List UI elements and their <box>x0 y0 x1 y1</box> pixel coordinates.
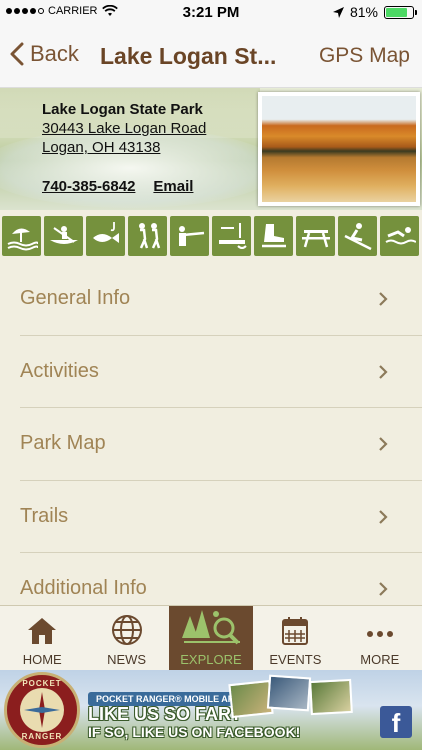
hiking-icon[interactable] <box>128 216 167 256</box>
calendar-icon <box>282 617 309 645</box>
swimming-icon[interactable] <box>380 216 419 256</box>
globe-icon <box>111 615 142 645</box>
tab-more[interactable]: MORE <box>338 606 422 670</box>
tab-home[interactable]: HOME <box>0 606 84 670</box>
tab-news[interactable]: NEWS <box>84 606 168 670</box>
battery-percent: 81% <box>349 4 378 20</box>
compass-icon <box>20 688 64 732</box>
pocket-ranger-logo: POCKET RANGER <box>4 672 80 748</box>
menu-item-activities[interactable]: Activities <box>20 336 422 408</box>
ad-headline: LIKE US SO FAR? <box>88 704 243 724</box>
park-photo[interactable] <box>258 92 420 206</box>
menu-item-label: Park Map <box>20 432 106 454</box>
facebook-ad-banner[interactable]: POCKET RANGER POCKET RANGER® MOBILE APP … <box>0 670 422 750</box>
logo-text-bottom: RANGER <box>21 732 63 741</box>
menu-item-label: Activities <box>20 359 99 382</box>
canoe-icon[interactable] <box>44 216 83 256</box>
ice-skating-icon[interactable] <box>254 216 293 256</box>
beach-icon[interactable] <box>2 216 41 256</box>
tab-explore[interactable]: EXPLORE <box>168 606 254 670</box>
status-right: 81% <box>332 4 417 20</box>
location-icon <box>332 6 344 18</box>
fishing-icon[interactable] <box>86 216 125 256</box>
park-name: Lake Logan State Park <box>42 101 203 118</box>
tab-label: HOME <box>22 652 62 667</box>
home-icon <box>28 618 57 644</box>
address-line1[interactable]: 30443 Lake Logan Road <box>42 119 206 138</box>
ice-fishing-icon[interactable] <box>212 216 251 256</box>
nav-bar: Back Lake Logan St... GPS Map <box>0 24 422 88</box>
menu-item-label: Additional Info <box>20 577 147 599</box>
ad-photos <box>228 674 360 719</box>
menu-item-trails[interactable]: Trails <box>20 481 422 553</box>
contact-links: 740-385-6842 Email <box>42 178 193 195</box>
menu-item-park-map[interactable]: Park Map <box>20 408 422 481</box>
menu-item-label: Trails <box>20 504 69 527</box>
ad-subline: IF SO, LIKE US ON FACEBOOK! <box>88 724 301 740</box>
back-label: Back <box>30 41 79 66</box>
email-link[interactable]: Email <box>153 178 193 195</box>
tab-label: MORE <box>360 652 400 667</box>
tab-label: EXPLORE <box>180 652 242 667</box>
status-bar: CARRIER 3:21 PM 81% <box>0 0 422 24</box>
chevron-right-icon <box>379 582 388 596</box>
tab-events[interactable]: EVENTS <box>253 606 337 670</box>
hunting-icon[interactable] <box>170 216 209 256</box>
tab-bar: HOME NEWS EXPLORE EVENTS MORE <box>0 605 422 670</box>
logo-text-top: POCKET <box>22 679 62 688</box>
picnic-icon[interactable] <box>296 216 335 256</box>
tab-label: EVENTS <box>269 652 322 667</box>
chevron-left-icon <box>10 42 24 66</box>
battery-icon <box>384 5 417 19</box>
menu-item-additional-info[interactable]: Additional Info <box>20 553 422 605</box>
activity-icons <box>0 210 422 262</box>
page-title: Lake Logan St... <box>100 43 277 69</box>
gps-map-button[interactable]: GPS Map <box>319 44 410 68</box>
chevron-right-icon <box>379 437 388 451</box>
park-info: Lake Logan State Park 30443 Lake Logan R… <box>42 100 206 157</box>
more-icon <box>366 631 393 637</box>
chevron-right-icon <box>379 292 388 306</box>
park-header: Lake Logan State Park 30443 Lake Logan R… <box>0 88 422 210</box>
park-menu: General Info Activities Park Map Trails … <box>0 263 422 605</box>
menu-item-label: General Info <box>20 287 131 309</box>
phone-link[interactable]: 740-385-6842 <box>42 178 135 195</box>
facebook-icon[interactable]: f <box>380 706 412 738</box>
sledding-icon[interactable] <box>338 216 377 256</box>
back-button[interactable]: Back <box>10 41 79 67</box>
chevron-right-icon <box>379 509 388 524</box>
tab-label: NEWS <box>107 652 147 667</box>
chevron-right-icon <box>379 364 388 379</box>
menu-item-general-info[interactable]: General Info <box>20 263 422 336</box>
explore-icon <box>181 610 240 645</box>
address-line2[interactable]: Logan, OH 43138 <box>42 138 206 157</box>
autumn-lake-image <box>262 96 416 202</box>
